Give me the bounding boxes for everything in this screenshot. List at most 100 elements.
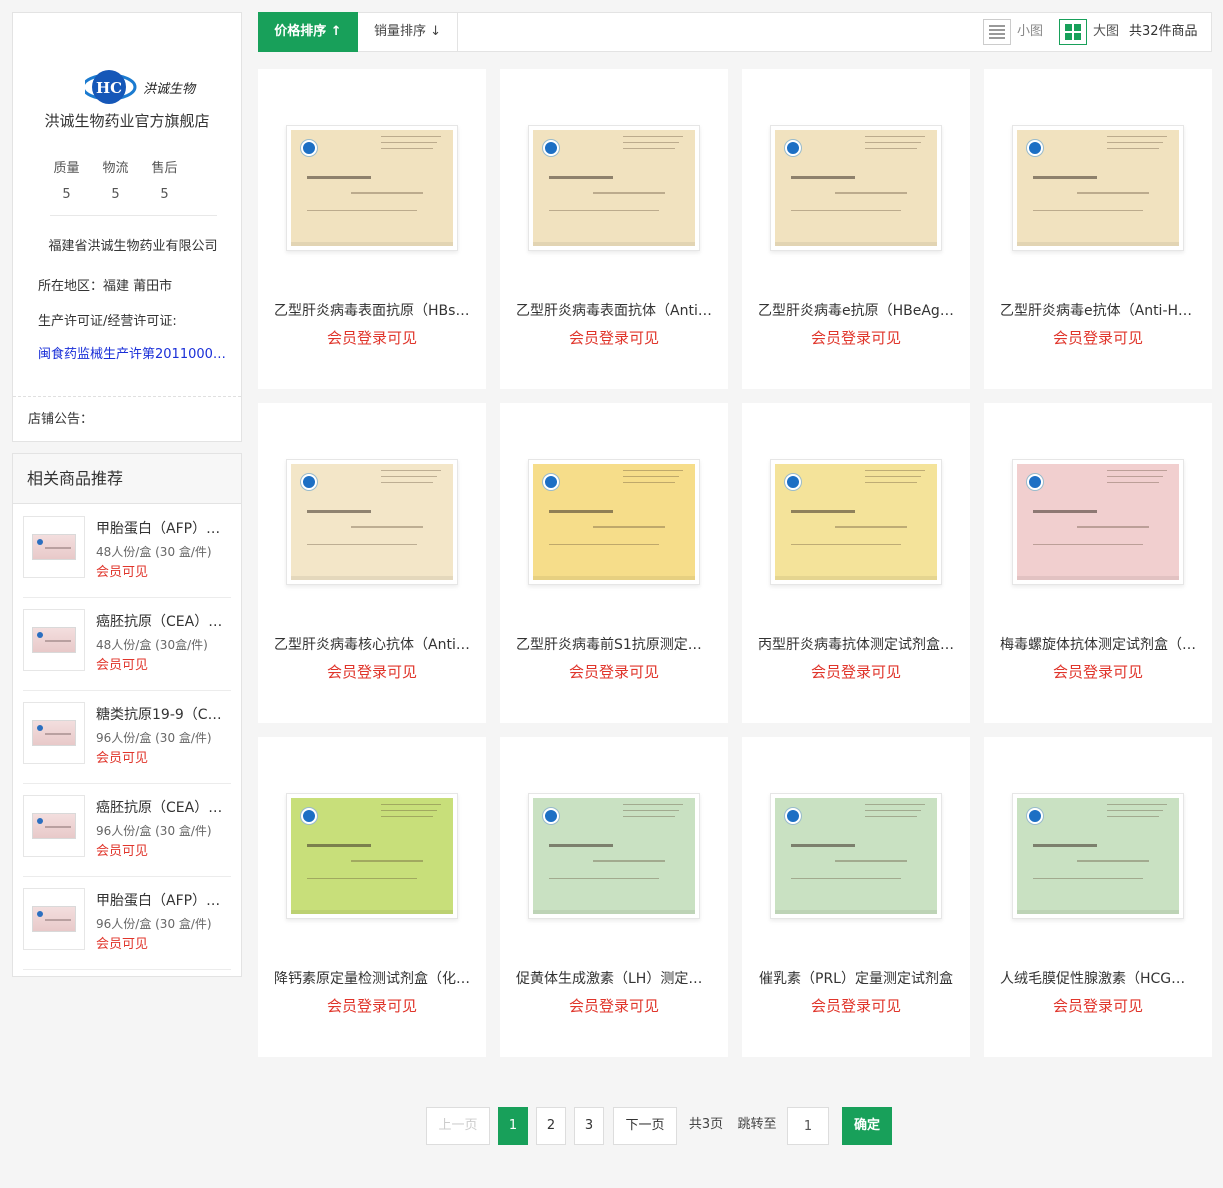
product-card[interactable]: 丙型肝炎病毒抗体测定试剂盒（化学发光法） 会员登录可见 bbox=[742, 403, 970, 723]
jump-page-input[interactable] bbox=[787, 1107, 829, 1145]
rating-value: 5 bbox=[111, 187, 120, 202]
svg-text:洪诚生物: 洪诚生物 bbox=[143, 82, 197, 97]
product-title[interactable]: 丙型肝炎病毒抗体测定试剂盒（化学发光法） bbox=[758, 635, 954, 655]
recommend-title: 相关商品推荐 bbox=[13, 454, 241, 504]
product-card[interactable]: 梅毒螺旋体抗体测定试剂盒（化学发光法） 会员登录可见 bbox=[984, 403, 1212, 723]
product-title[interactable]: 乙型肝炎病毒表面抗原（HBsAg）定量检测试剂盒 bbox=[274, 301, 470, 321]
store-name[interactable]: 洪诚生物药业官方旗舰店 bbox=[13, 111, 241, 131]
sort-by-price-button[interactable]: 价格排序 ↑ bbox=[258, 12, 358, 52]
product-price[interactable]: 会员登录可见 bbox=[742, 995, 970, 1017]
jump-confirm-button[interactable]: 确定 bbox=[842, 1107, 892, 1145]
license-label: 生产许可证/经营许可证: bbox=[38, 314, 177, 329]
rating-value: 5 bbox=[160, 187, 169, 202]
next-page-button[interactable]: 下一页 bbox=[613, 1107, 677, 1145]
grid-view-button[interactable] bbox=[1059, 19, 1087, 45]
sort-by-sales-button[interactable]: 销量排序 ↓ bbox=[358, 13, 458, 51]
product-title[interactable]: 乙型肝炎病毒表面抗体（Anti-HBs）定量检测试剂盒 bbox=[516, 301, 712, 321]
product-card[interactable]: 促黄体生成激素（LH）测定试剂盒 会员登录可见 bbox=[500, 737, 728, 1057]
product-image[interactable] bbox=[528, 793, 700, 919]
store-notice: 店铺公告： bbox=[28, 412, 94, 427]
recommend-item-price: 会员可见 bbox=[96, 658, 149, 673]
product-card[interactable]: 降钙素原定量检测试剂盒（化学发光法） 会员登录可见 bbox=[258, 737, 486, 1057]
product-card[interactable]: 人绒毛膜促性腺激素（HCG）定量测定试剂盒会员登录可见 bbox=[984, 737, 1212, 1057]
recommend-item-title[interactable]: 癌胚抗原（CEA）定量测定试剂盒 bbox=[96, 612, 228, 632]
recommend-thumbnail[interactable] bbox=[23, 888, 85, 950]
store-logo[interactable]: HC 洪诚生物 bbox=[81, 61, 205, 111]
product-price[interactable]: 会员登录可见 bbox=[984, 327, 1212, 349]
recommend-item[interactable]: 甲胎蛋白（AFP）定量测定试剂盒 96人份/盒 (30 盒/件) 会员可见 bbox=[23, 877, 231, 970]
product-image[interactable] bbox=[528, 125, 700, 251]
store-ratings: 质量 5 物流 5 售后 5 bbox=[50, 159, 181, 205]
product-card[interactable]: 乙型肝炎病毒表面抗原（HBsAg）定量检测试剂盒会员登录可见 bbox=[258, 69, 486, 389]
recommend-item-title[interactable]: 癌胚抗原（CEA）定量测定试剂盒 bbox=[96, 798, 228, 818]
product-card[interactable]: 乙型肝炎病毒表面抗体（Anti-HBs）定量检测试剂盒会员登录可见 bbox=[500, 69, 728, 389]
recommend-item-price: 会员可见 bbox=[96, 844, 149, 859]
recommend-thumbnail[interactable] bbox=[23, 609, 85, 671]
product-price[interactable]: 会员登录可见 bbox=[742, 661, 970, 683]
product-card[interactable]: 乙型肝炎病毒e抗原（HBeAg）诊断试剂盒会员登录可见 bbox=[742, 69, 970, 389]
product-price[interactable]: 会员登录可见 bbox=[258, 995, 486, 1017]
product-title[interactable]: 人绒毛膜促性腺激素（HCG）定量测定试剂盒 bbox=[1000, 969, 1196, 989]
grid-view-label[interactable]: 大图 bbox=[1093, 13, 1119, 51]
product-title[interactable]: 梅毒螺旋体抗体测定试剂盒（化学发光法） bbox=[1000, 635, 1196, 655]
store-region: 所在地区：福建 莆田市 bbox=[38, 279, 173, 294]
recommend-item[interactable]: 癌胚抗原（CEA）定量测定试剂盒 48人份/盒 (30盒/件) 会员可见 bbox=[23, 598, 231, 691]
product-price[interactable]: 会员登录可见 bbox=[500, 327, 728, 349]
recommend-item[interactable]: 糖类抗原19-9（CA19-9）测定试剂盒 96人份/盒 (30 盒/件) 会员… bbox=[23, 691, 231, 784]
product-price[interactable]: 会员登录可见 bbox=[258, 661, 486, 683]
jump-to-label: 跳转至 bbox=[737, 1117, 777, 1132]
page-3-button[interactable]: 3 bbox=[574, 1107, 604, 1145]
product-price[interactable]: 会员登录可见 bbox=[258, 327, 486, 349]
recommend-thumbnail[interactable] bbox=[23, 795, 85, 857]
svg-text:HC: HC bbox=[96, 79, 122, 97]
recommend-item-spec: 96人份/盒 (30 盒/件) bbox=[96, 731, 212, 745]
total-pages: 共3页 bbox=[688, 1117, 724, 1132]
product-image[interactable] bbox=[286, 125, 458, 251]
product-price[interactable]: 会员登录可见 bbox=[984, 995, 1212, 1017]
product-count: 共32件商品 bbox=[1129, 24, 1198, 39]
list-view-button[interactable] bbox=[983, 19, 1011, 45]
product-card[interactable]: 催乳素（PRL）定量测定试剂盒 会员登录可见 bbox=[742, 737, 970, 1057]
product-price[interactable]: 会员登录可见 bbox=[742, 327, 970, 349]
license-link[interactable]: 闽食药监械生产许第20110001号 bbox=[38, 346, 228, 364]
product-card[interactable]: 乙型肝炎病毒e抗体（Anti-HBe）诊断试剂盒会员登录可见 bbox=[984, 69, 1212, 389]
recommend-item-spec: 48人份/盒 (30 盒/件) bbox=[96, 545, 212, 559]
product-image[interactable] bbox=[1012, 459, 1184, 585]
product-image[interactable] bbox=[770, 793, 942, 919]
product-title[interactable]: 促黄体生成激素（LH）测定试剂盒 bbox=[516, 969, 712, 989]
product-title[interactable]: 降钙素原定量检测试剂盒（化学发光法） bbox=[274, 969, 470, 989]
recommend-item-title[interactable]: 甲胎蛋白（AFP）定量测定试剂盒 bbox=[96, 891, 228, 911]
product-image[interactable] bbox=[770, 125, 942, 251]
product-price[interactable]: 会员登录可见 bbox=[500, 995, 728, 1017]
rating-label: 售后 bbox=[151, 161, 178, 176]
product-image[interactable] bbox=[770, 459, 942, 585]
prev-page-button[interactable]: 上一页 bbox=[426, 1107, 490, 1145]
list-view-label[interactable]: 小图 bbox=[1017, 13, 1043, 51]
product-title[interactable]: 乙型肝炎病毒e抗体（Anti-HBe）诊断试剂盒 bbox=[1000, 301, 1196, 321]
product-title[interactable]: 乙型肝炎病毒e抗原（HBeAg）诊断试剂盒 bbox=[758, 301, 954, 321]
product-image[interactable] bbox=[1012, 793, 1184, 919]
product-title[interactable]: 催乳素（PRL）定量测定试剂盒 bbox=[758, 969, 954, 989]
recommend-item[interactable]: 癌胚抗原（CEA）定量测定试剂盒 96人份/盒 (30 盒/件) 会员可见 bbox=[23, 784, 231, 877]
recommend-item-title[interactable]: 甲胎蛋白（AFP）定量测定试剂盒 bbox=[96, 519, 228, 539]
product-image[interactable] bbox=[286, 793, 458, 919]
recommend-thumbnail[interactable] bbox=[23, 516, 85, 578]
recommend-item-spec: 96人份/盒 (30 盒/件) bbox=[96, 917, 212, 931]
grid-view-icon bbox=[1065, 24, 1081, 40]
product-title[interactable]: 乙型肝炎病毒核心抗体（Anti-HBc）诊断试剂盒 bbox=[274, 635, 470, 655]
recommend-thumbnail[interactable] bbox=[23, 702, 85, 764]
product-image[interactable] bbox=[528, 459, 700, 585]
product-title[interactable]: 乙型肝炎病毒前S1抗原测定试剂盒 bbox=[516, 635, 712, 655]
recommend-item-price: 会员可见 bbox=[96, 937, 149, 952]
recommend-item[interactable]: 甲胎蛋白（AFP）定量测定试剂盒 48人份/盒 (30 盒/件) 会员可见 bbox=[23, 505, 231, 598]
store-info-card: HC 洪诚生物 洪诚生物药业官方旗舰店 质量 5 物流 5 售后 5 福建省洪诚… bbox=[12, 12, 242, 442]
page-2-button[interactable]: 2 bbox=[536, 1107, 566, 1145]
product-card[interactable]: 乙型肝炎病毒核心抗体（Anti-HBc）诊断试剂盒会员登录可见 bbox=[258, 403, 486, 723]
product-price[interactable]: 会员登录可见 bbox=[984, 661, 1212, 683]
product-image[interactable] bbox=[286, 459, 458, 585]
product-price[interactable]: 会员登录可见 bbox=[500, 661, 728, 683]
page-1-button[interactable]: 1 bbox=[498, 1107, 528, 1145]
recommend-item-title[interactable]: 糖类抗原19-9（CA19-9）测定试剂盒 bbox=[96, 705, 228, 725]
product-image[interactable] bbox=[1012, 125, 1184, 251]
product-card[interactable]: 乙型肝炎病毒前S1抗原测定试剂盒 会员登录可见 bbox=[500, 403, 728, 723]
